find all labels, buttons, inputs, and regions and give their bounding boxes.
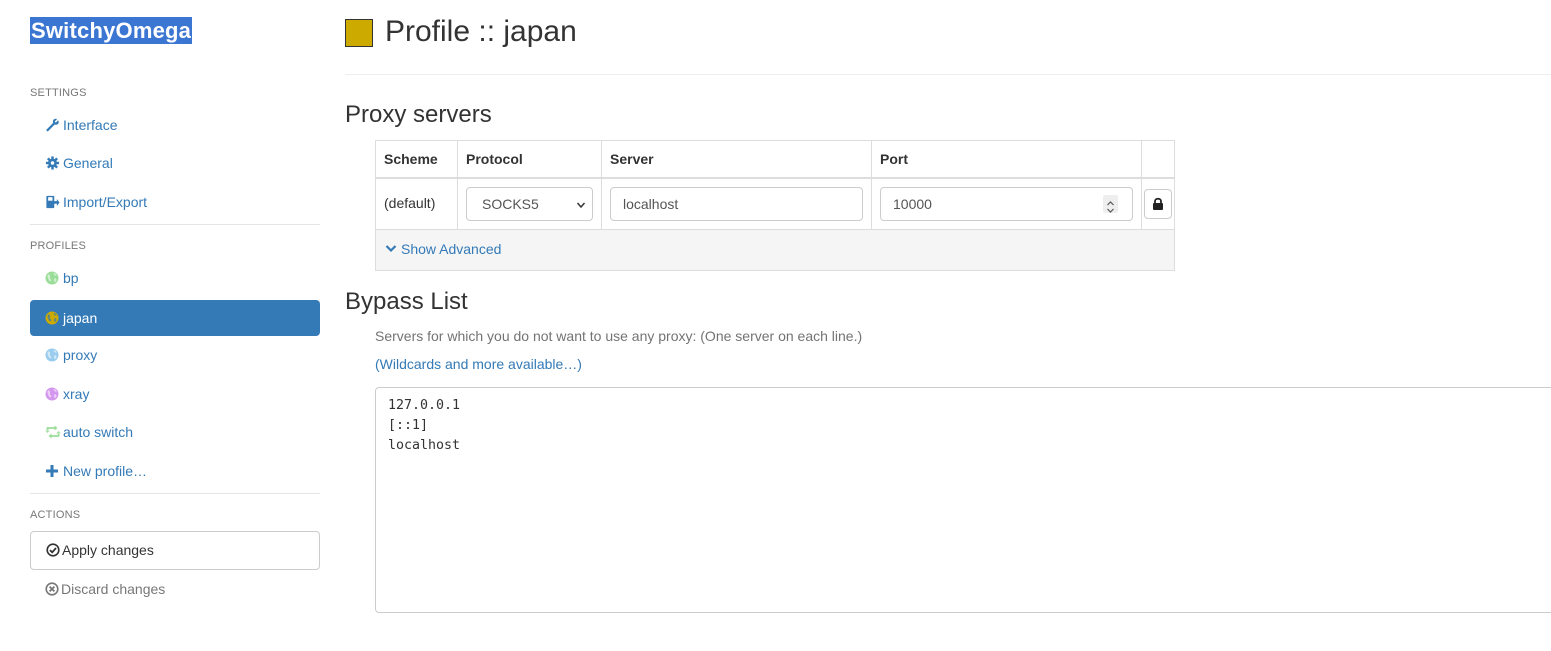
profiles-header: PROFILES (30, 240, 87, 252)
server-input[interactable]: localhost (610, 187, 863, 221)
sidebar-item-proxy[interactable]: proxy (30, 337, 320, 373)
chevron-down-icon (385, 241, 397, 257)
column-header-actions (1142, 141, 1174, 179)
sidebar-item-label: xray (63, 386, 90, 402)
bypass-line: localhost (388, 438, 461, 453)
globe-icon (45, 339, 61, 362)
gear-icon (45, 147, 61, 170)
check-circle-icon (46, 534, 62, 571)
settings-header: SETTINGS (30, 87, 87, 99)
apply-changes-button[interactable]: Apply changes (30, 531, 320, 570)
sidebar-item-label: General (63, 155, 113, 171)
sidebar-item-label: auto switch (63, 424, 134, 440)
port-spinner[interactable] (1103, 195, 1118, 213)
wrench-icon (45, 109, 61, 132)
proxy-servers-heading: Proxy servers (345, 101, 492, 128)
bypass-line: 127.0.0.1 (388, 398, 461, 413)
proxy-servers-table: Scheme Protocol Server Port (default) SO… (375, 140, 1175, 271)
port-value: 10000 (893, 196, 932, 212)
apply-changes-label: Apply changes (62, 542, 154, 558)
sidebar-divider (30, 224, 320, 225)
column-header-protocol: Protocol (458, 141, 602, 179)
show-advanced-link[interactable]: Show Advanced (385, 241, 501, 257)
protocol-cell: SOCKS5 (458, 179, 602, 230)
app-brand: SwitchyOmega (30, 17, 193, 44)
globe-icon (45, 262, 61, 285)
import-export-icon (45, 186, 61, 209)
sidebar-item-import-export[interactable]: Import/Export (30, 184, 320, 220)
new-profile-link[interactable]: New profile… (30, 453, 320, 489)
sidebar-item-bp[interactable]: bp (30, 260, 320, 296)
header-divider (345, 74, 1551, 75)
protocol-select[interactable]: SOCKS5 (466, 187, 593, 221)
sidebar-item-xray[interactable]: xray (30, 376, 320, 412)
protocol-value: SOCKS5 (482, 196, 539, 212)
sidebar-item-label: Import/Export (63, 194, 148, 210)
plus-icon (45, 455, 61, 477)
page-title: Profile :: japan (385, 15, 577, 48)
column-header-server: Server (602, 141, 872, 179)
sidebar-item-label: proxy (63, 347, 98, 363)
port-cell: 10000 (872, 179, 1142, 230)
discard-changes-button[interactable]: Discard changes (30, 578, 165, 600)
actions-cell (1142, 179, 1174, 230)
bypass-list-heading: Bypass List (345, 288, 468, 315)
actions-header: ACTIONS (30, 509, 81, 521)
port-input[interactable]: 10000 (880, 187, 1133, 221)
scheme-cell: (default) (376, 179, 458, 230)
sidebar-item-label: bp (63, 270, 79, 286)
chevron-down-icon (576, 189, 586, 221)
new-profile-label: New profile… (63, 463, 148, 479)
scheme-value: (default) (384, 195, 436, 211)
close-circle-icon (45, 580, 61, 602)
bypass-help-text: Servers for which you do not want to use… (375, 328, 863, 344)
sidebar-item-label: Interface (63, 117, 118, 133)
sidebar-item-auto-switch[interactable]: auto switch (30, 414, 320, 450)
lock-icon (1152, 197, 1164, 214)
server-cell: localhost (602, 179, 872, 230)
sidebar-item-general[interactable]: General (30, 145, 320, 181)
show-advanced-row: Show Advanced (376, 230, 1174, 270)
bypass-list-textarea[interactable]: 127.0.0.1 [::1] localhost (375, 387, 1551, 613)
discard-changes-label: Discard changes (61, 581, 166, 597)
column-header-port: Port (872, 141, 1142, 179)
show-advanced-label: Show Advanced (401, 241, 502, 257)
sidebar-divider (30, 493, 320, 494)
retweet-icon (45, 416, 61, 439)
globe-icon (45, 302, 61, 325)
globe-icon (45, 378, 61, 401)
sidebar-item-label: japan (63, 310, 98, 326)
profile-color-swatch[interactable] (345, 19, 373, 47)
sidebar-item-interface[interactable]: Interface (30, 107, 320, 143)
bypass-line: [::1] (388, 418, 429, 433)
sidebar-item-japan[interactable]: japan (30, 300, 320, 336)
wildcards-help-link[interactable]: (Wildcards and more available…) (375, 356, 582, 372)
auth-lock-button[interactable] (1144, 189, 1172, 219)
column-header-scheme: Scheme (376, 141, 458, 179)
